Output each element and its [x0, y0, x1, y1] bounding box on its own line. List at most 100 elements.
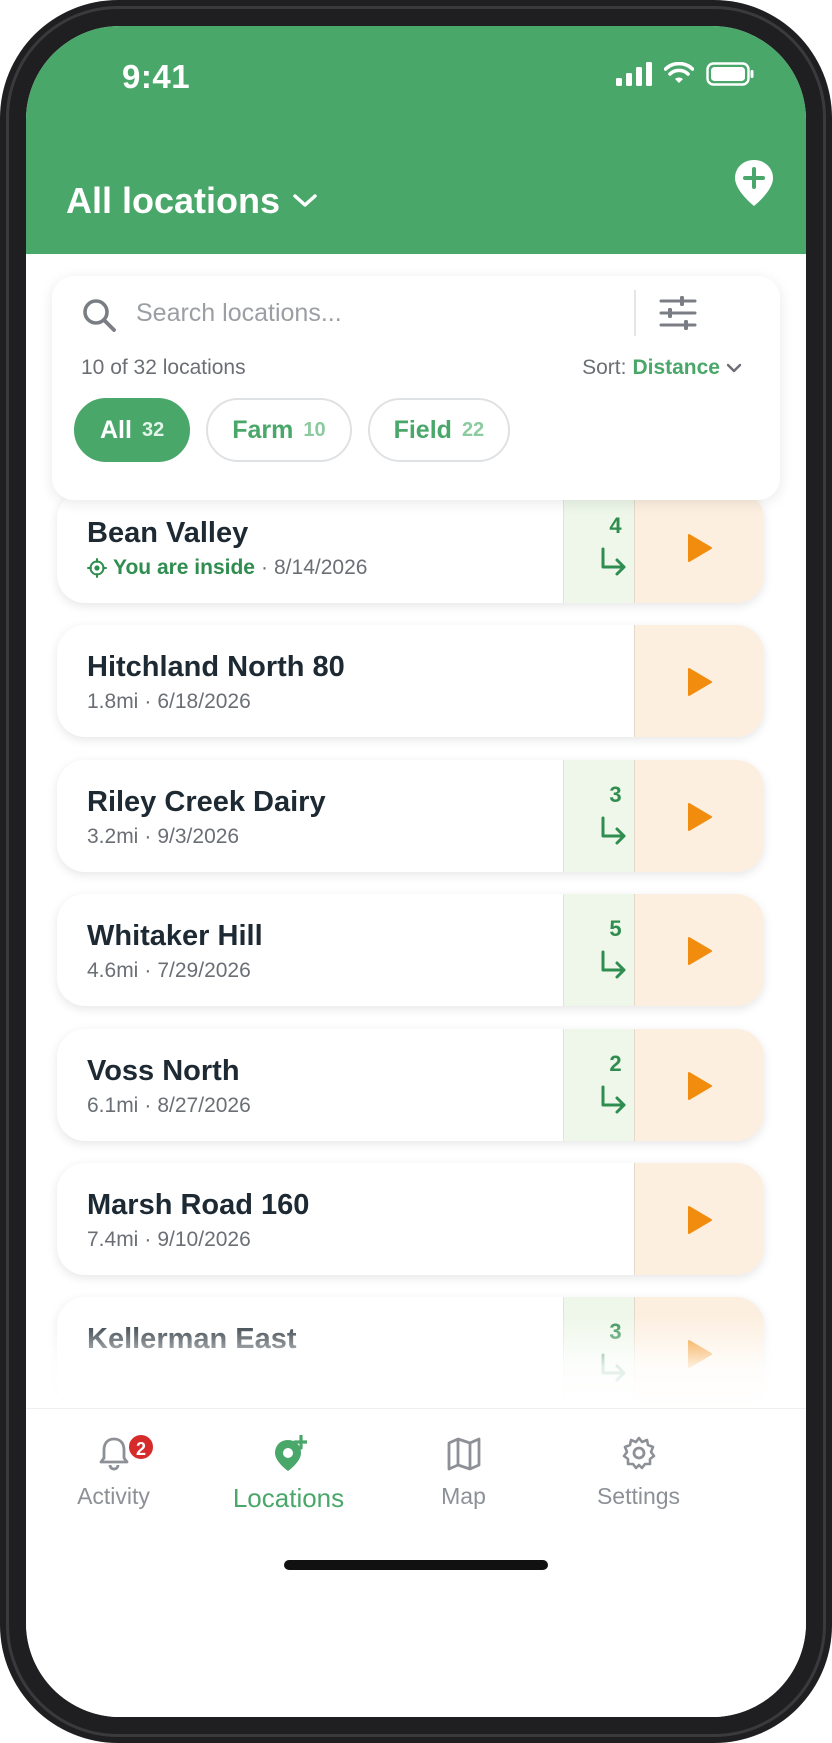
tab-settings[interactable]: Settings — [551, 1421, 726, 1521]
chevron-down-icon — [726, 363, 742, 373]
location-meta: 7.4mi · 9/10/2026 — [87, 1228, 251, 1252]
signal-icon — [616, 62, 652, 86]
location-name: Whitaker Hill — [87, 920, 263, 952]
location-date: 9/10/2026 — [157, 1228, 251, 1251]
filter-chip-farm[interactable]: Farm 10 — [206, 398, 352, 462]
page-title: All locations — [66, 180, 281, 221]
location-name: Riley Creek Dairy — [87, 786, 326, 818]
play-icon — [688, 668, 712, 696]
sub-location-arrow-icon — [601, 950, 626, 979]
filter-chip-field[interactable]: Field 22 — [367, 398, 511, 462]
play-icon — [688, 937, 712, 965]
filter-sliders-icon[interactable] — [658, 294, 698, 332]
location-meta: 3.2mi · 9/3/2026 — [87, 825, 239, 849]
add-location-icon[interactable] — [732, 158, 776, 208]
header: 9:41 All locations — [26, 26, 806, 254]
location-date: 9/3/2026 — [157, 825, 240, 848]
location-date: 6/18/2026 — [157, 690, 251, 713]
tab-map[interactable]: Map — [376, 1421, 551, 1521]
separator-dot: · — [144, 1094, 152, 1117]
chip-label: Farm — [232, 415, 294, 444]
type-filter-chips: All 32 Farm 10 Field 22 — [74, 398, 511, 462]
sub-location-arrow-icon — [601, 547, 626, 576]
filter-chip-all[interactable]: All 32 — [74, 398, 191, 462]
location-row[interactable]: Whitaker Hill 4.6mi · 7/29/2026 5 — [57, 894, 764, 1006]
location-distance: 7.4mi — [87, 1228, 139, 1251]
tab-locations[interactable]: Locations — [201, 1421, 376, 1521]
separator-dot: · — [144, 1228, 152, 1251]
location-name: Voss North — [87, 1055, 240, 1087]
location-row[interactable]: Voss North 6.1mi · 8/27/2026 2 — [57, 1029, 764, 1141]
phone-frame: Bean Valley You are inside · 8/14/2026 4 Hitc… — [0, 0, 832, 1743]
location-row[interactable]: Marsh Road 160 7.4mi · 9/10/2026 — [57, 1163, 764, 1275]
start-button[interactable] — [634, 491, 764, 603]
start-button[interactable] — [634, 1163, 764, 1275]
separator-dot: · — [144, 959, 152, 982]
separator-dot: · — [144, 825, 152, 848]
location-meta: You are inside · 8/14/2026 — [87, 556, 367, 580]
tab-activity[interactable]: Activity 2 — [26, 1421, 201, 1521]
sub-location-arrow-icon — [601, 816, 626, 845]
location-name: Hitchland North 80 — [87, 651, 345, 683]
screen: Bean Valley You are inside · 8/14/2026 4 Hitc… — [26, 26, 806, 1717]
chip-count: 10 — [303, 418, 326, 441]
location-name: Bean Valley — [87, 517, 249, 549]
status-time: 9:41 — [122, 58, 191, 95]
start-button[interactable] — [634, 625, 764, 737]
tab-label: Map — [441, 1483, 486, 1509]
location-row[interactable]: Riley Creek Dairy 3.2mi · 9/3/2026 3 — [57, 760, 764, 872]
chip-count: 32 — [141, 418, 165, 441]
search-icon — [83, 299, 116, 332]
status-icons — [616, 62, 754, 86]
location-distance: 3.2mi — [87, 825, 139, 848]
start-button[interactable] — [634, 894, 764, 1006]
separator-dot: · — [144, 690, 152, 713]
location-meta: 1.8mi · 6/18/2026 — [87, 690, 251, 714]
inside-status: You are inside — [113, 556, 255, 579]
map-icon — [447, 1437, 480, 1471]
sort-label: Sort: — [582, 356, 627, 379]
play-icon — [688, 1206, 712, 1234]
tab-label: Settings — [596, 1483, 681, 1509]
bell-icon — [99, 1437, 128, 1471]
location-meta: 6.1mi · 8/27/2026 — [87, 1094, 251, 1118]
home-indicator[interactable] — [284, 1560, 548, 1570]
location-date: 7/29/2026 — [157, 959, 251, 982]
start-button[interactable] — [634, 760, 764, 872]
location-name: Marsh Road 160 — [87, 1189, 310, 1221]
chevron-down-icon — [293, 194, 317, 207]
search-card: 10 of 32 locations Sort: Distance All 32 F… — [52, 276, 780, 500]
play-icon — [688, 1072, 712, 1100]
search-input[interactable] — [136, 290, 606, 336]
location-row[interactable]: Hitchland North 80 1.8mi · 6/18/2026 — [57, 625, 764, 737]
locate-icon — [87, 558, 107, 578]
sub-location-arrow-icon — [601, 1085, 626, 1114]
list-fade — [26, 1316, 806, 1408]
chip-label: All — [100, 415, 132, 444]
location-date: 8/14/2026 — [274, 556, 368, 579]
location-distance: 6.1mi — [87, 1094, 139, 1117]
start-button[interactable] — [634, 1029, 764, 1141]
battery-icon — [706, 62, 754, 86]
tab-label: Activity — [77, 1483, 150, 1509]
location-date: 8/27/2026 — [157, 1094, 251, 1117]
sort-dropdown[interactable]: Sort: Distance — [582, 356, 742, 380]
tab-label: Locations — [232, 1483, 345, 1513]
gear-icon — [622, 1436, 655, 1470]
sort-value: Distance — [632, 356, 720, 379]
location-distance: 4.6mi — [87, 959, 139, 982]
location-scope-dropdown[interactable]: All locations — [66, 180, 318, 222]
chip-count: 22 — [461, 418, 485, 441]
location-add-icon — [274, 1435, 307, 1471]
play-icon — [688, 803, 712, 831]
location-distance: 1.8mi — [87, 690, 139, 713]
result-count: 10 of 32 locations — [81, 356, 246, 379]
wifi-icon — [664, 62, 694, 83]
notification-badge: 2 — [127, 1433, 155, 1461]
search-divider — [634, 290, 636, 336]
chip-label: Field — [393, 415, 452, 444]
location-row[interactable]: Bean Valley You are inside · 8/14/2026 4 — [57, 491, 764, 603]
location-meta: 4.6mi · 7/29/2026 — [87, 959, 251, 983]
separator-dot: · — [261, 556, 268, 579]
play-icon — [688, 534, 712, 562]
